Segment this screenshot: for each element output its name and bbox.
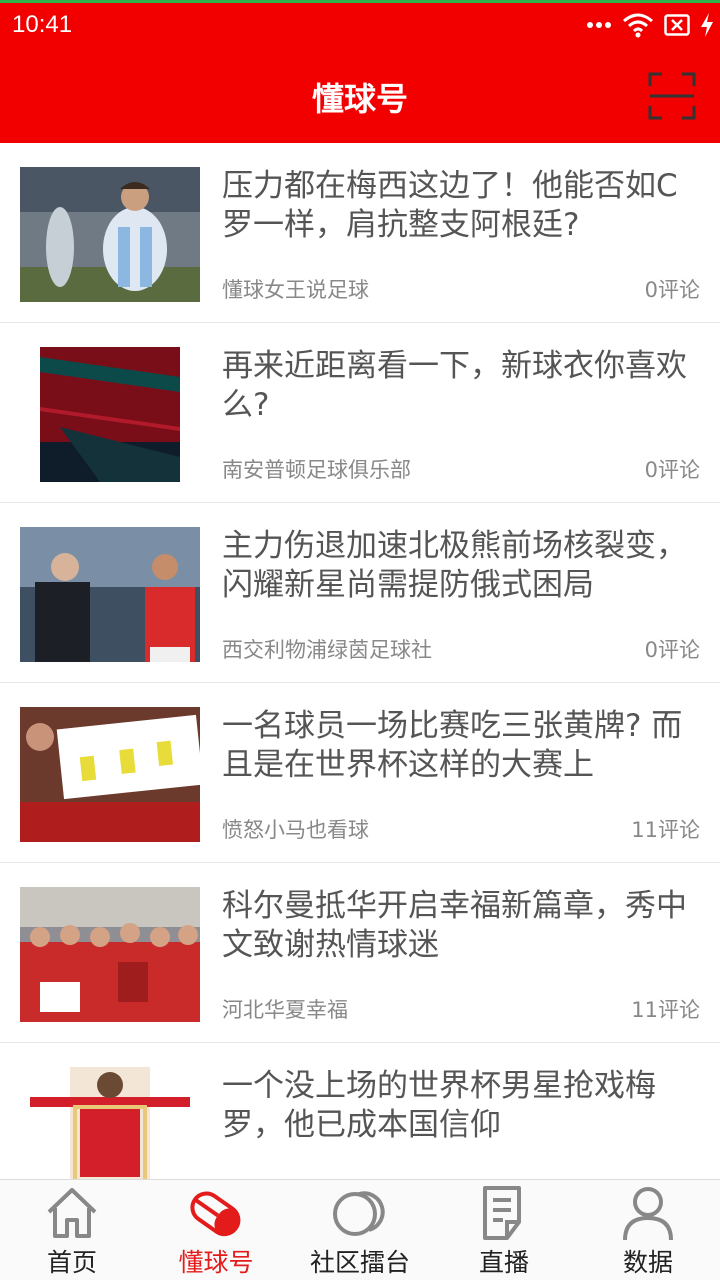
tab-home[interactable]: 首页	[0, 1180, 144, 1280]
tab-label: 首页	[46, 1248, 97, 1277]
dongqiu-icon	[190, 1191, 241, 1237]
tab-data[interactable]: 数据	[576, 1180, 720, 1280]
home-icon	[47, 1188, 97, 1238]
no-sim-icon	[664, 14, 690, 36]
feed-item[interactable]: 压力都在梅西这边了！他能否如C罗一样，肩抗整支阿根廷? 懂球女王说足球 0评论	[0, 143, 720, 323]
article-source: 南安普顿足球俱乐部	[222, 458, 411, 482]
comment-count: 0评论	[644, 458, 700, 482]
scan-icon[interactable]	[648, 72, 696, 120]
news-feed[interactable]: 压力都在梅西这边了！他能否如C罗一样，肩抗整支阿根廷? 懂球女王说足球 0评论 …	[0, 143, 720, 1179]
tab-dongqiu[interactable]: 懂球号	[144, 1180, 288, 1280]
comment-count: 11评论	[631, 818, 700, 842]
article-thumbnail	[20, 347, 200, 482]
article-source: 愤怒小马也看球	[222, 818, 369, 842]
article-thumbnail	[20, 527, 200, 662]
article-title[interactable]: 一名球员一场比赛吃三张黄牌? 而且是在世界杯这样的大赛上	[222, 707, 700, 785]
app-header: 懂球号	[0, 50, 720, 143]
article-thumbnail	[20, 1067, 200, 1179]
article-thumbnail	[20, 887, 200, 1022]
comment-count: 11评论	[631, 998, 700, 1022]
comment-count: 0评论	[644, 638, 700, 662]
feed-item[interactable]: 一个没上场的世界杯男星抢戏梅罗，他已成本国信仰	[0, 1043, 720, 1179]
charging-icon	[701, 13, 713, 37]
status-time: 10:41	[12, 11, 73, 38]
comment-count: 0评论	[644, 278, 700, 302]
article-thumbnail	[20, 167, 200, 302]
tab-live[interactable]: 直播	[432, 1180, 576, 1280]
more-dots-icon	[587, 22, 611, 28]
tab-label: 直播	[478, 1248, 529, 1277]
article-title[interactable]: 科尔曼抵华开启幸福新篇章，秀中文致谢热情球迷	[222, 887, 700, 965]
tab-label: 懂球号	[178, 1248, 254, 1277]
article-source: 西交利物浦绿茵足球社	[222, 638, 432, 662]
article-source: 河北华夏幸福	[222, 998, 348, 1022]
feed-item[interactable]: 再来近距离看一下，新球衣你喜欢么? 南安普顿足球俱乐部 0评论	[0, 323, 720, 503]
feed-item[interactable]: 科尔曼抵华开启幸福新篇章，秀中文致谢热情球迷 河北华夏幸福 11评论	[0, 863, 720, 1043]
bottom-tab-bar: 首页 懂球号 社区擂台 直播 数据	[0, 1179, 720, 1280]
status-bar: 10:41	[0, 0, 720, 50]
community-icon	[333, 1191, 385, 1236]
article-thumbnail	[20, 707, 200, 842]
article-title[interactable]: 主力伤退加速北极熊前场核裂变，闪耀新星尚需提防俄式困局	[222, 527, 700, 605]
tab-community[interactable]: 社区擂台	[288, 1180, 432, 1280]
status-icons	[586, 12, 714, 38]
tab-label: 数据	[622, 1248, 673, 1277]
tab-label: 社区擂台	[309, 1248, 410, 1277]
feed-item[interactable]: 一名球员一场比赛吃三张黄牌? 而且是在世界杯这样的大赛上 愤怒小马也看球 11评…	[0, 683, 720, 863]
article-title[interactable]: 一个没上场的世界杯男星抢戏梅罗，他已成本国信仰	[222, 1067, 700, 1145]
page-title: 懂球号	[311, 80, 408, 118]
article-title[interactable]: 压力都在梅西这边了！他能否如C罗一样，肩抗整支阿根廷?	[222, 167, 700, 245]
live-icon	[483, 1186, 521, 1240]
profile-icon	[623, 1187, 673, 1241]
article-title[interactable]: 再来近距离看一下，新球衣你喜欢么?	[222, 347, 700, 425]
feed-item[interactable]: 主力伤退加速北极熊前场核裂变，闪耀新星尚需提防俄式困局 西交利物浦绿茵足球社 0…	[0, 503, 720, 683]
wifi-icon	[623, 13, 653, 38]
article-source: 懂球女王说足球	[222, 278, 369, 302]
